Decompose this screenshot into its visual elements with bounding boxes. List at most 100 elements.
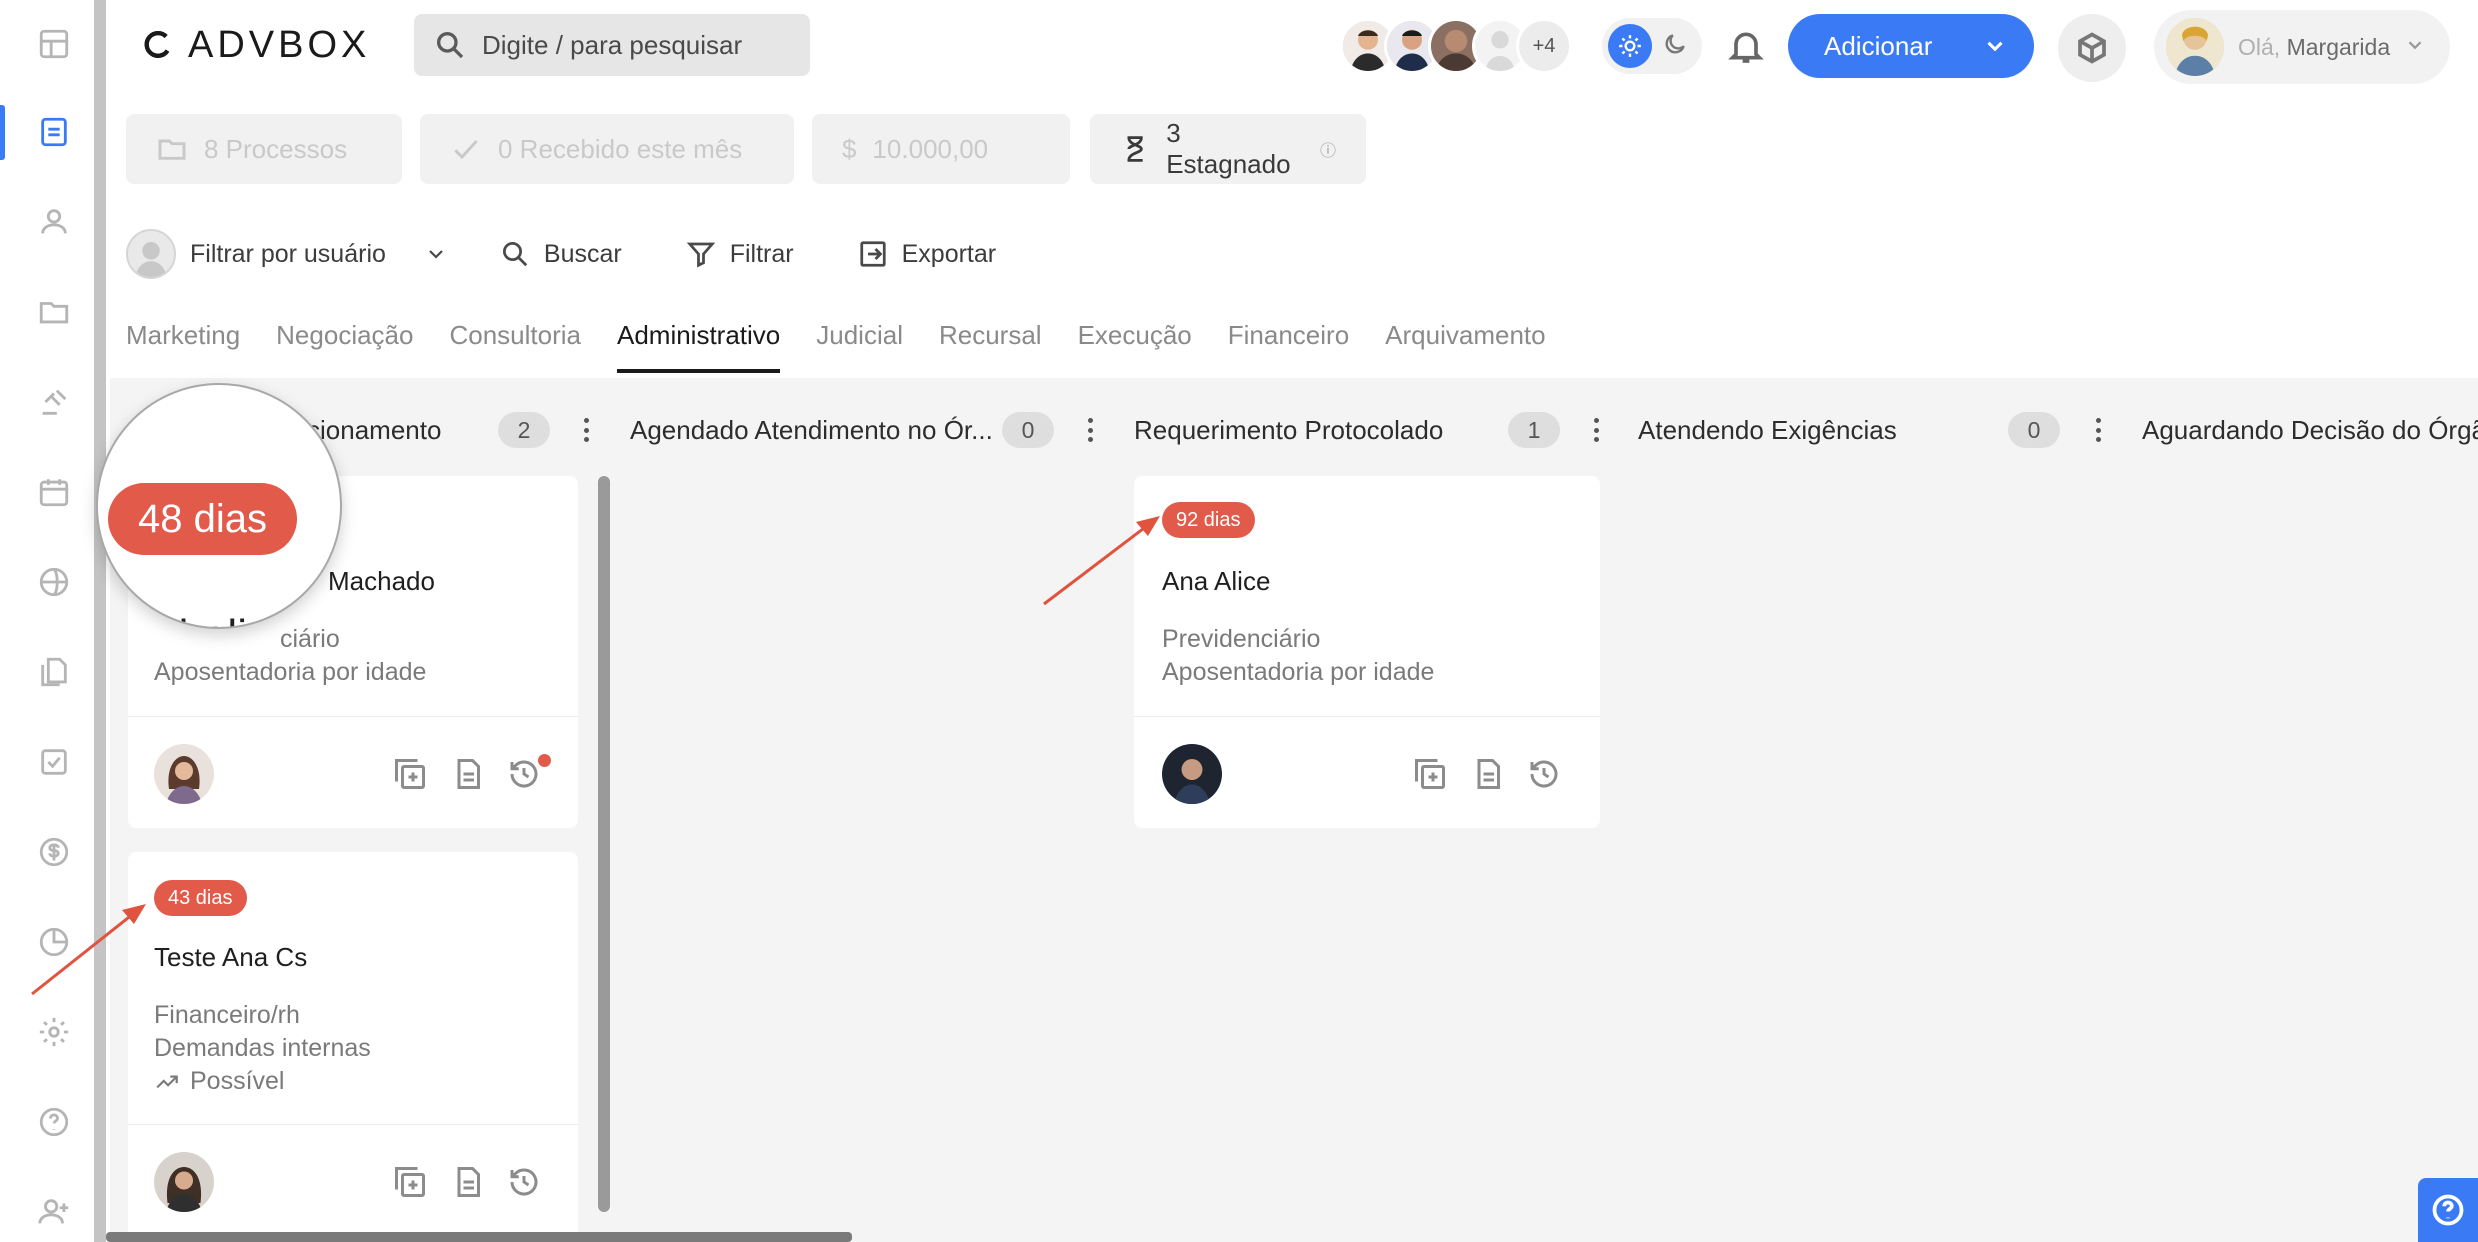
folder-icon[interactable]	[30, 288, 78, 336]
history-icon[interactable]	[506, 1164, 542, 1200]
notifications-bell-icon[interactable]	[1726, 26, 1766, 66]
caret-down-icon	[2404, 34, 2426, 61]
column-scrollbar[interactable]	[598, 476, 610, 1212]
column-count: 0	[2008, 412, 2060, 448]
tab-marketing[interactable]: Marketing	[126, 320, 240, 373]
team-avatars[interactable]: +4	[1340, 16, 1572, 76]
more-users-count[interactable]: +4	[1516, 18, 1572, 74]
add-task-icon[interactable]	[1412, 756, 1448, 792]
stat-processes[interactable]: 8 Processos	[126, 114, 402, 184]
card-action-type: Demandas internas	[154, 1034, 371, 1062]
help-circle-icon[interactable]	[30, 1098, 78, 1146]
contacts-icon[interactable]	[30, 198, 78, 246]
moon-icon[interactable]	[1662, 31, 1688, 62]
gavel-icon[interactable]	[30, 378, 78, 426]
column-menu-icon[interactable]	[2092, 414, 2104, 446]
tab-execucao[interactable]: Execução	[1078, 320, 1192, 373]
document-icon[interactable]	[450, 756, 486, 792]
default-user-icon	[126, 229, 176, 279]
filter-icon	[686, 242, 715, 268]
stat-processes-label: 8 Processos	[204, 133, 348, 164]
user-filter-dropdown[interactable]: Filtrar por usuário	[126, 229, 448, 279]
user-avatar	[2166, 18, 2224, 76]
history-icon[interactable]	[1526, 756, 1562, 792]
tab-consultoria[interactable]: Consultoria	[449, 320, 581, 373]
logo-mark-icon	[144, 31, 170, 58]
tab-administrativo[interactable]: Administrativo	[616, 320, 781, 373]
add-task-icon[interactable]	[392, 1164, 428, 1200]
finance-icon[interactable]	[30, 828, 78, 876]
info-icon[interactable]: ⓘ	[1320, 137, 1336, 161]
sidebar-scrollbar[interactable]	[94, 0, 106, 1242]
tab-recursal[interactable]: Recursal	[939, 320, 1042, 373]
app-logo[interactable]: ADVBOX	[142, 24, 370, 66]
globe-icon[interactable]	[30, 558, 78, 606]
card-client-name: Machado	[328, 566, 435, 596]
card-responsible-avatar[interactable]	[1162, 744, 1222, 804]
notification-dot	[538, 754, 551, 767]
column-count: 1	[1508, 412, 1560, 448]
sun-icon[interactable]	[1608, 24, 1652, 68]
column-menu-icon[interactable]	[580, 414, 592, 446]
document-icon[interactable]	[1470, 756, 1506, 792]
search-icon	[437, 31, 464, 59]
user-name: Margarida	[2286, 33, 2391, 60]
user-menu[interactable]: Olá, Margarida	[2154, 10, 2450, 84]
column-title: Agendado Atendimento no Ór...	[630, 414, 993, 445]
card-action-type: Aposentadoria por idade	[154, 658, 427, 686]
question-icon	[2432, 1194, 2464, 1226]
stat-stagnant-label: 3 Estagnado	[1166, 118, 1291, 179]
trend-up-icon	[156, 1075, 178, 1088]
search-button[interactable]: Buscar	[500, 239, 622, 269]
add-user-icon[interactable]	[30, 1188, 78, 1236]
card-action-type: Aposentadoria por idade	[1162, 658, 1435, 686]
board-horizontal-scrollbar[interactable]	[106, 1232, 852, 1242]
documents-icon[interactable]	[30, 648, 78, 696]
card-responsible-avatar[interactable]	[154, 1152, 214, 1212]
logo-text: ADVBOX	[188, 23, 371, 66]
process-card[interactable]: 43 dias Teste Ana Cs Financeiro/rh Deman…	[128, 852, 578, 1242]
filter-button[interactable]: Filtrar	[686, 239, 794, 269]
chevron-down-icon	[1987, 41, 2003, 52]
stat-received-label: 0 Recebido este mês	[498, 133, 743, 164]
export-icon	[859, 241, 886, 267]
column-menu-icon[interactable]	[1590, 414, 1602, 446]
card-responsible-avatar[interactable]	[154, 744, 214, 804]
card-probability: Possível	[154, 1067, 284, 1096]
days-badge: 92 dias	[1162, 502, 1255, 538]
search-input[interactable]: Digite / para pesquisar	[414, 14, 810, 76]
history-icon[interactable]	[506, 756, 542, 792]
stat-received[interactable]: 0 Recebido este mês	[420, 114, 794, 184]
search-icon	[502, 242, 528, 267]
integrations-cube-icon[interactable]	[2058, 14, 2126, 82]
export-button[interactable]: Exportar	[858, 239, 996, 269]
column-title: Atendendo Exigências	[1638, 414, 1897, 445]
column-count: 0	[1002, 412, 1054, 448]
add-task-icon[interactable]	[392, 756, 428, 792]
process-card[interactable]: 92 dias Ana Alice Previdenciário Aposent…	[1134, 476, 1600, 828]
annotation-arrow-icon	[31, 904, 146, 996]
document-icon[interactable]	[450, 1164, 486, 1200]
stat-amount[interactable]: $ 10.000,00	[812, 114, 1070, 184]
zoomed-days-badge: 48 dias	[108, 483, 297, 555]
tab-negociacao[interactable]: Negociação	[276, 320, 413, 373]
zoom-callout: 48 dias lathali	[96, 383, 342, 629]
theme-toggle[interactable]	[1602, 18, 1702, 74]
dollar-icon: $	[842, 133, 857, 164]
help-chat-button[interactable]	[2418, 1178, 2478, 1242]
board-icon[interactable]	[30, 108, 78, 156]
card-area: Previdenciário	[1162, 625, 1321, 653]
active-indicator	[0, 105, 5, 160]
dashboard-icon[interactable]	[30, 20, 78, 68]
stat-stagnant[interactable]: 3 Estagnado ⓘ	[1090, 114, 1366, 184]
add-button[interactable]: Adicionar	[1788, 14, 2034, 78]
tab-arquivamento[interactable]: Arquivamento	[1385, 320, 1545, 373]
left-sidebar	[0, 0, 110, 1242]
calendar-icon[interactable]	[30, 468, 78, 516]
tab-judicial[interactable]: Judicial	[816, 320, 903, 373]
column-menu-icon[interactable]	[1084, 414, 1096, 446]
settings-icon[interactable]	[30, 1008, 78, 1056]
tasks-icon[interactable]	[30, 738, 78, 786]
search-placeholder: Digite / para pesquisar	[482, 29, 743, 60]
tab-financeiro[interactable]: Financeiro	[1228, 320, 1349, 373]
